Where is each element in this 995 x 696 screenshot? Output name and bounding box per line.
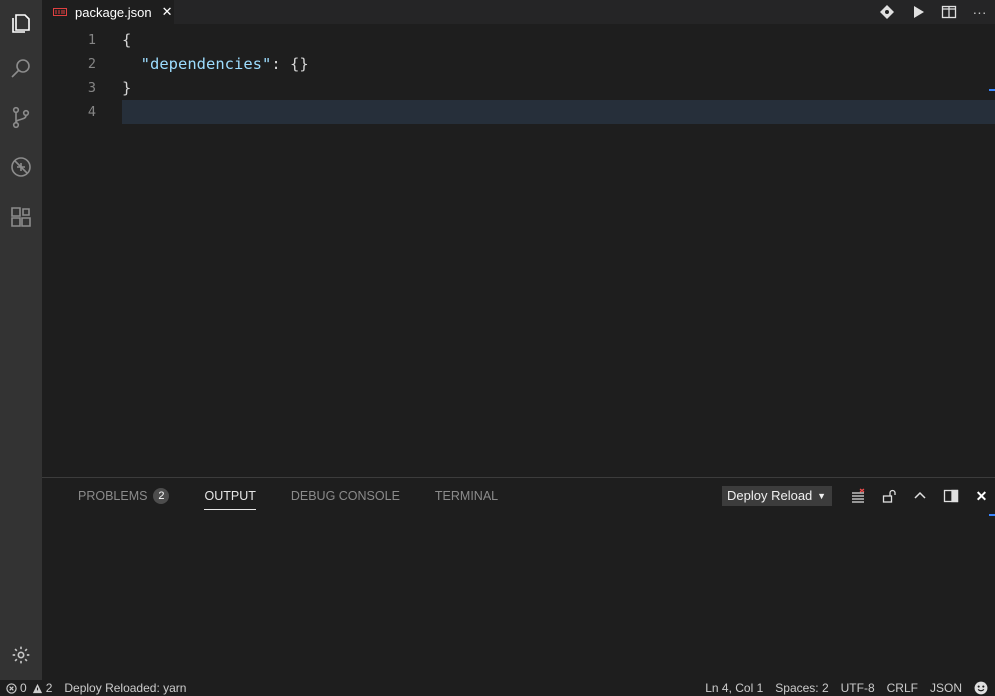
warning-icon [32, 683, 42, 693]
tab-terminal[interactable]: TERMINAL [435, 478, 498, 514]
chevron-down-icon: ▼ [817, 491, 826, 501]
line-number: 3 [87, 80, 96, 96]
line-number: 4 [87, 104, 96, 120]
status-bar: 0 2 Deploy Reloaded: yarn Ln 4, Col 1 Sp… [0, 680, 995, 696]
tab-problems[interactable]: PROBLEMS 2 [78, 478, 170, 514]
clear-output-icon[interactable] [842, 486, 873, 506]
editor-tab-strip: package.json ✕ ··· [42, 0, 995, 24]
current-line: 4 [42, 100, 995, 124]
output-channel-value: Deploy Reload [727, 488, 813, 503]
cursor-position[interactable]: Ln 4, Col 1 [705, 681, 763, 695]
lock-scroll-icon[interactable] [873, 486, 904, 506]
explorer-icon[interactable] [0, 0, 42, 44]
indentation-status[interactable]: Spaces: 2 [775, 681, 828, 695]
warning-count: 2 [45, 681, 53, 695]
code-text: } [122, 79, 132, 97]
settings-gear-icon[interactable] [0, 640, 42, 670]
close-tab-icon[interactable]: ✕ [162, 4, 173, 20]
error-icon [6, 682, 17, 694]
tab-output[interactable]: OUTPUT [204, 478, 257, 514]
source-control-icon[interactable] [0, 95, 42, 139]
toggle-panel-position-icon[interactable] [935, 486, 966, 506]
search-icon[interactable] [0, 46, 42, 90]
code-editor[interactable]: 1 { 2 "dependencies": {} 3 } 4 [42, 24, 995, 477]
tab-package-json[interactable]: package.json ✕ [42, 0, 174, 24]
json-file-icon [52, 7, 68, 17]
status-message: Deploy Reloaded: yarn [64, 681, 187, 695]
code-text: { [122, 31, 132, 49]
extensions-icon[interactable] [0, 195, 42, 239]
panel-actions: ✕ [842, 486, 995, 506]
bottom-panel: PROBLEMS 2 OUTPUT DEBUG CONSOLE TERMINAL… [42, 477, 995, 681]
panel-tabs: PROBLEMS 2 OUTPUT DEBUG CONSOLE TERMINAL [78, 478, 533, 514]
tab-label: package.json [75, 4, 152, 20]
split-editor-icon[interactable] [933, 0, 964, 24]
maximize-panel-icon[interactable] [904, 486, 935, 506]
line-number: 1 [87, 32, 96, 48]
feedback-smiley-icon[interactable] [974, 681, 991, 695]
code-line: 3 } [42, 76, 995, 100]
output-channel-select[interactable]: Deploy Reload ▼ [722, 486, 832, 506]
line-number: 2 [87, 56, 96, 72]
overview-ruler-marker [989, 89, 995, 91]
close-panel-icon[interactable]: ✕ [966, 486, 995, 506]
problems-count-badge: 2 [153, 488, 170, 504]
encoding-status[interactable]: UTF-8 [841, 681, 875, 695]
error-count: 0 [20, 681, 27, 695]
problems-status[interactable]: 0 2 [6, 681, 52, 695]
more-actions-icon[interactable]: ··· [964, 0, 995, 24]
editor-actions: ··· [871, 0, 995, 24]
language-mode[interactable]: JSON [930, 681, 962, 695]
run-icon[interactable] [902, 0, 933, 24]
line-endings-status[interactable]: CRLF [887, 681, 918, 695]
overview-ruler-marker [989, 514, 995, 516]
git-compare-icon[interactable] [871, 0, 902, 24]
code-line: 2 "dependencies": {} [42, 52, 995, 76]
code-line: 1 { [42, 28, 995, 52]
tab-debug-console[interactable]: DEBUG CONSOLE [291, 478, 400, 514]
activity-bar [0, 0, 42, 680]
json-key: "dependencies" [140, 55, 272, 73]
code-text: "dependencies": {} [140, 55, 309, 73]
debug-icon[interactable] [0, 145, 42, 189]
